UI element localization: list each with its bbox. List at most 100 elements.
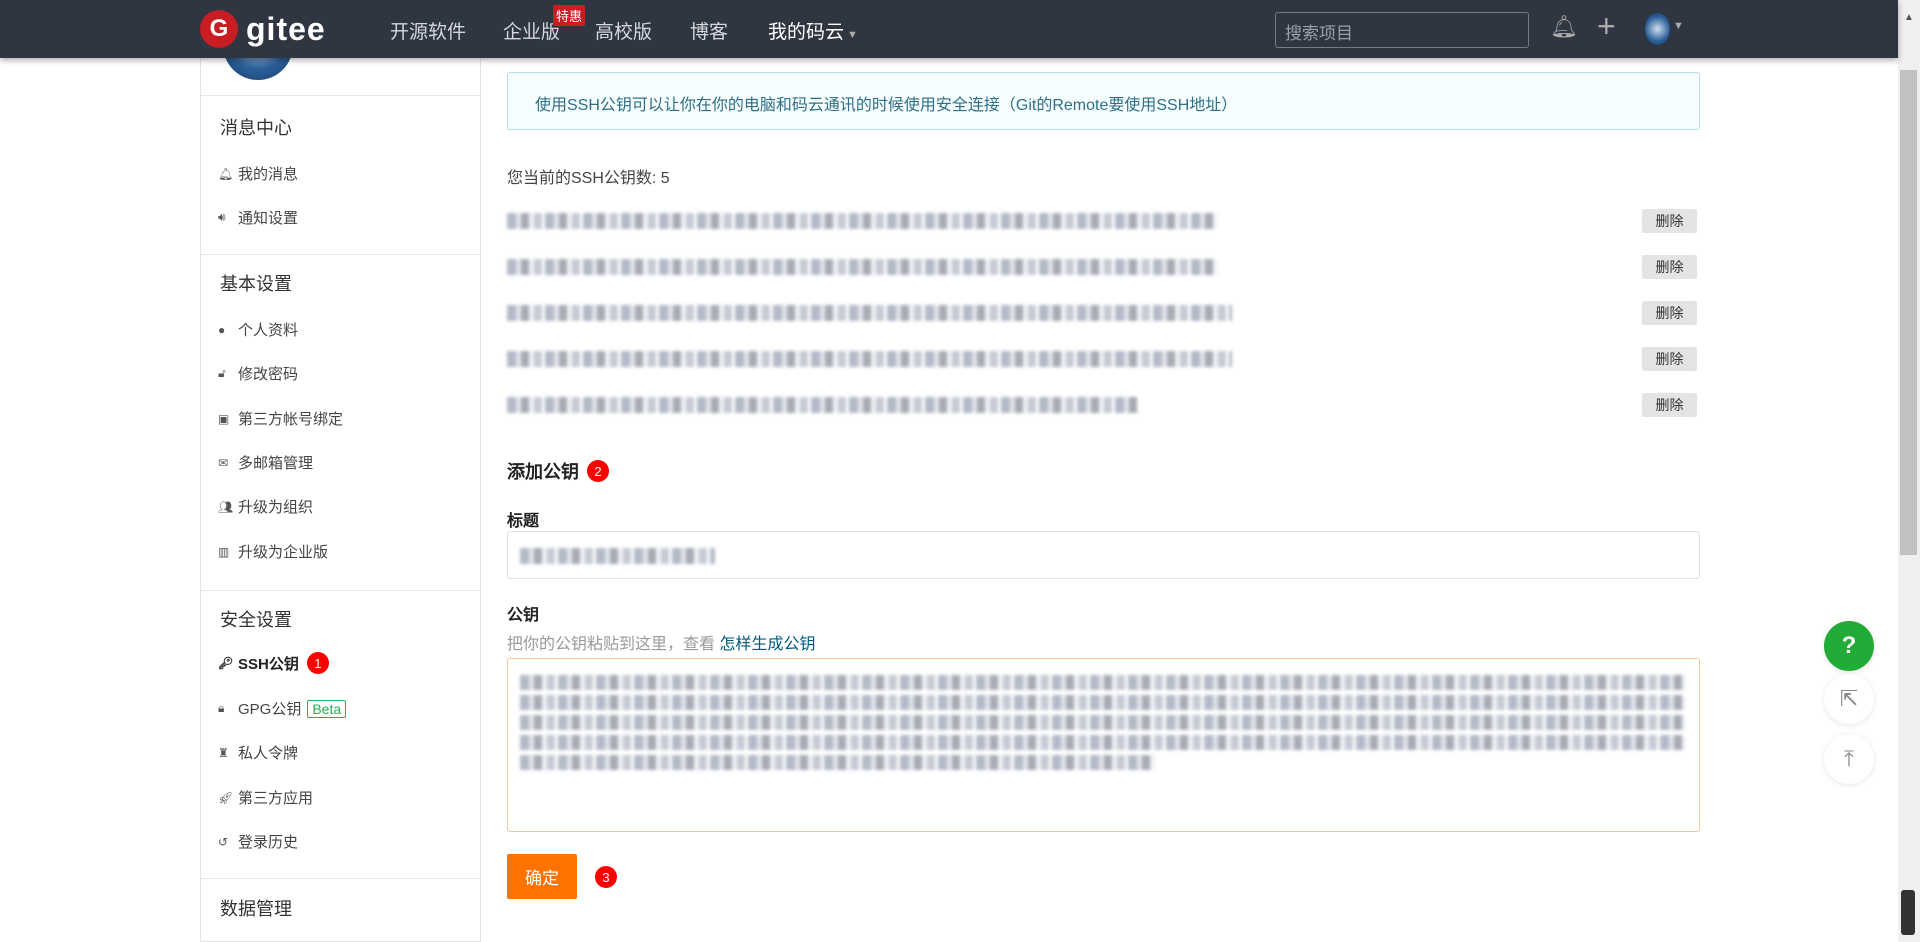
user-icon: ● [218,322,226,337]
nav-blog[interactable]: 博客 [690,17,728,44]
spy-icon: ♜ [218,745,229,760]
widget-handle[interactable] [1901,890,1915,935]
delete-button[interactable]: 删除 [1642,301,1697,325]
envelope-icon: ✉ [218,455,229,470]
add-key-title: 添加公钥 [507,462,579,482]
ssh-key-count: 您当前的SSH公钥数: 5 [507,170,670,187]
step-badge: 2 [587,460,609,482]
help-button[interactable]: ? [1824,621,1874,671]
nav-open-source[interactable]: 开源软件 [390,17,466,44]
hot-badge: 特惠 [553,5,586,26]
scrollbar-thumb[interactable] [1900,70,1917,555]
building-icon: ▥ [218,544,230,559]
ssh-key-row: 删除 [507,347,1700,371]
top-navbar: G gitee 开源软件 企业版 特惠 高校版 博客 我的码云 ▼ 搜索项目 🔔︎… [0,0,1898,58]
sidebar-item-profile[interactable]: ● 个人资料 [218,319,298,340]
step-badge: 3 [595,866,617,888]
nav-enterprise[interactable]: 企业版 [503,17,560,44]
scrollbar[interactable]: ▲ [1898,0,1920,942]
label: 私人令牌 [238,745,299,762]
confirm-button[interactable]: 确定 [507,854,577,899]
hint-text: 把你的公钥粘贴到这里，查看 [507,636,720,653]
blurred-key [507,213,1217,229]
blurred-value [520,735,1685,750]
rocket-icon: 🚀︎ [218,790,234,805]
delete-button[interactable]: 删除 [1642,393,1697,417]
blurred-key [507,351,1232,367]
ssh-key-row: 删除 [507,393,1700,417]
gitee-logo[interactable]: G gitee [200,10,326,48]
sidebar-item-emails[interactable]: ✉ 多邮箱管理 [218,452,313,473]
label: 我的消息 [238,166,299,183]
sidebar-item-password[interactable]: 🔓︎ 修改密码 [218,363,298,384]
sidebar-item-ssh-keys[interactable]: 🔑︎ SSH公钥 1 [218,652,329,674]
label: 升级为组织 [238,499,314,516]
sidebar-item-upgrade-org[interactable]: 👥︎ 升级为组织 [218,496,313,517]
nav-my-gitee[interactable]: 我的码云 ▼ [768,17,858,44]
settings-sidebar: 消息中心 🔔︎ 我的消息 🔊︎ 通知设置 基本设置 ● 个人资料 🔓︎ 修改密码 ▣ 第三… [200,40,481,942]
bell-icon: 🔔︎ [218,166,234,181]
how-to-generate-link[interactable]: 怎样生成公钥 [719,636,815,653]
section-data-management: 数据管理 [220,899,292,919]
unlock-icon: 🔓︎ [218,366,226,380]
public-key-textarea[interactable] [507,658,1700,832]
label: GPG公钥 [238,701,302,718]
search-input[interactable]: 搜索项目 [1275,12,1529,48]
label: 通知设置 [238,210,299,227]
step-badge: 1 [306,652,329,674]
info-box: 使用SSH公钥可以让你在你的电脑和码云通讯的时候使用安全连接（Git的Remot… [507,72,1700,130]
logo-icon: G [200,10,238,48]
blurred-key [507,397,1137,413]
blurred-key [507,259,1217,275]
sidebar-item-my-messages[interactable]: 🔔︎ 我的消息 [218,163,298,184]
delete-button[interactable]: 删除 [1642,255,1697,279]
section-security-settings: 安全设置 [220,610,292,630]
back-to-top-icon[interactable]: ⤒ [1824,734,1874,784]
divider [201,590,480,591]
logo-text: gitee [246,10,326,47]
sidebar-item-third-party-apps[interactable]: 🚀︎ 第三方应用 [218,787,313,808]
label: 第三方帐号绑定 [238,411,344,428]
beta-badge: Beta [307,699,347,718]
lock-icon: 🔒︎ [218,701,225,715]
bell-icon[interactable]: 🔔︎ [1550,14,1578,40]
label: 登录历史 [238,834,299,851]
blurred-value [520,675,1685,690]
sidebar-item-gpg-keys[interactable]: 🔒︎ GPG公钥 Beta [218,698,347,719]
key-label: 公钥 [507,607,540,624]
ssh-key-row: 删除 [507,255,1700,279]
sidebar-item-upgrade-enterprise[interactable]: ▥ 升级为企业版 [218,541,328,562]
sidebar-item-notification-settings[interactable]: 🔊︎ 通知设置 [218,207,298,228]
scroll-up-icon[interactable]: ▲ [1904,12,1914,23]
label: 第三方应用 [238,790,314,807]
section-basic-settings: 基本设置 [220,274,292,294]
label: 多邮箱管理 [238,455,314,472]
sidebar-item-third-party-binding[interactable]: ▣ 第三方帐号绑定 [218,408,343,429]
nav-education[interactable]: 高校版 [595,17,652,44]
add-key-heading: 添加公钥 2 [507,458,609,484]
speaker-icon: 🔊︎ [218,210,226,224]
ssh-key-row: 删除 [507,209,1700,233]
share-icon[interactable]: ⇱ [1824,674,1874,724]
delete-button[interactable]: 删除 [1642,209,1697,233]
sidebar-item-tokens[interactable]: ♜ 私人令牌 [218,742,298,763]
sidebar-item-login-history[interactable]: ↺ 登录历史 [218,831,298,852]
label: SSH公钥 [238,655,299,673]
nav-my-gitee-label: 我的码云 [768,22,845,43]
group-icon: 👥︎ [218,499,234,514]
key-icon: 🔑︎ [218,656,234,670]
contact-card-icon: ▣ [218,411,230,426]
delete-button[interactable]: 删除 [1642,347,1697,371]
blurred-value [520,755,1155,770]
plus-icon[interactable]: + [1597,8,1616,45]
user-avatar[interactable] [1645,13,1670,45]
divider [201,254,480,255]
blurred-value [520,715,1685,730]
chevron-down-icon[interactable]: ▼ [1673,20,1684,32]
blurred-key [507,305,1232,321]
history-icon: ↺ [218,834,229,849]
divider [201,95,480,96]
title-input[interactable] [507,531,1700,579]
label: 升级为企业版 [238,544,329,561]
blurred-value [520,548,715,564]
